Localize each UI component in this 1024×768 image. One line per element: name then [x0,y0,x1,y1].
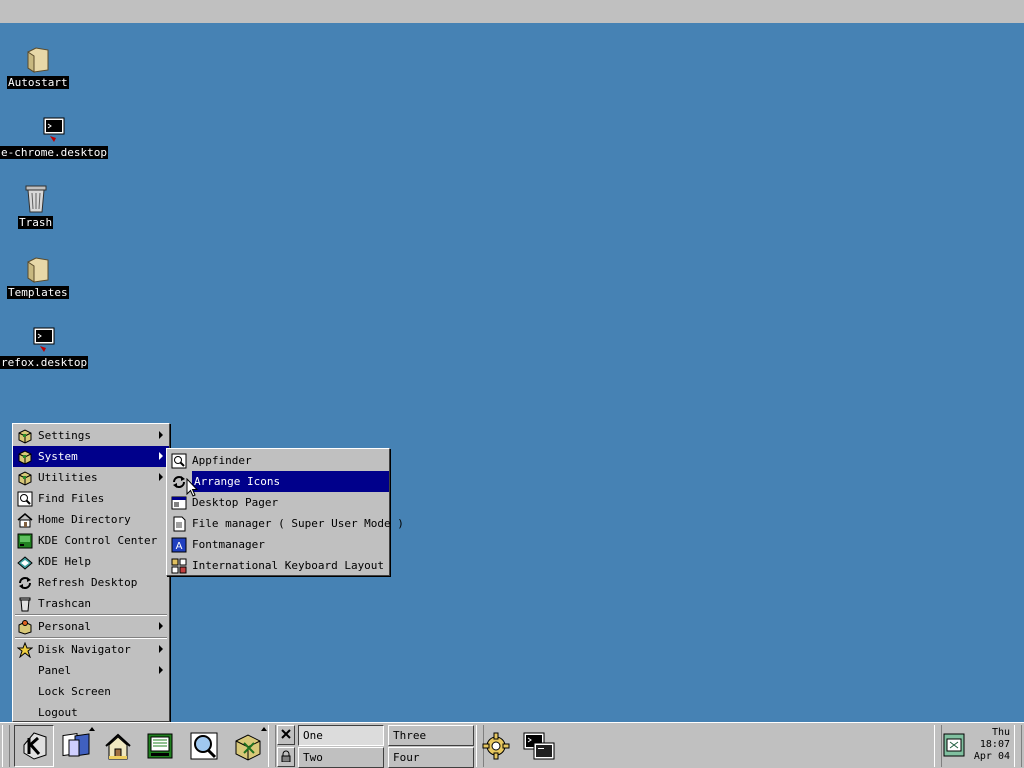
menu-item-home-directory[interactable]: Home Directory [13,509,169,530]
desktop-button-three[interactable]: Three [388,725,474,746]
menu-item-file-manager-su[interactable]: File manager ( Super User Mode ) [167,513,404,534]
menu-item-trashcan[interactable]: Trashcan [13,593,169,614]
desktop-icon-label: e-chrome.desktop [0,146,108,159]
packages-button[interactable] [230,729,266,765]
panel-handle[interactable] [934,725,942,767]
k-menu: Settings System Utilities Find Files Hom… [12,423,170,722]
menu-item-appfinder[interactable]: Appfinder [167,450,389,471]
gear-icon [480,730,512,765]
folder-icon [23,252,53,284]
clock[interactable]: Thu 18:07 Apr 04 [974,727,1010,763]
menu-item-personal[interactable]: Personal [13,616,169,637]
desktop-icon-label: Autostart [7,76,69,89]
menu-item-logout[interactable]: Logout [13,702,169,723]
desktop-icon-trash[interactable]: Trash [18,182,54,229]
desktop-icon-label: refox.desktop [0,356,89,369]
desktop-icon-chrome-desktop[interactable]: e-chrome.desktop [0,112,108,159]
menu-item-kde-control-center[interactable]: KDE Control Center [13,530,169,551]
close-icon [281,728,291,742]
windows-icon [60,730,92,765]
menu-item-fontmanager[interactable]: A Fontmanager [167,534,389,555]
menu-item-arrange-icons[interactable]: Arrange Icons [167,471,389,492]
font-icon: A [171,537,187,553]
trash-icon [17,596,33,612]
menu-item-utilities[interactable]: Utilities [13,467,169,488]
menu-item-panel[interactable]: Panel [13,660,169,681]
terminal-button[interactable] [520,729,558,765]
package-icon [17,428,33,444]
home-button[interactable] [100,729,136,765]
disk-navigator-icon [17,641,33,658]
menu-item-international-keyboard[interactable]: International Keyboard Layout [167,555,389,576]
arrange-icon [171,474,187,490]
panel-handle[interactable] [268,725,276,767]
panel-handle[interactable] [1014,725,1022,767]
k-menu-button[interactable] [14,725,54,767]
lock-screen-button[interactable] [277,747,295,767]
keyboard-icon [171,558,187,574]
menu-item-refresh-desktop[interactable]: Refresh Desktop [13,572,169,593]
desktop-icon-templates[interactable]: Templates [7,252,69,299]
clock-day: Thu [991,727,1010,738]
chevron-right-icon [159,622,163,630]
chevron-right-icon [159,645,163,653]
terminal-link-icon [29,322,59,354]
settings-button[interactable] [478,729,514,765]
refresh-icon [17,575,33,591]
menu-item-find-files[interactable]: Find Files [13,488,169,509]
clock-date: Apr 04 [973,751,1010,762]
clock-time: 18:07 [979,739,1010,750]
desktop-button-one[interactable]: One [298,725,384,746]
desktop-button-two[interactable]: Two [298,747,384,768]
menu-item-disk-navigator[interactable]: Disk Navigator [13,639,169,660]
mouse-cursor-icon [186,477,199,501]
help-icon [17,554,33,570]
home-icon [17,512,33,528]
pager-icon [171,495,187,511]
menu-item-settings[interactable]: Settings [13,425,169,446]
find-files-button[interactable] [186,729,222,765]
kde-logo-icon [18,729,50,764]
folder-icon [23,42,53,74]
terminal-icon [522,730,556,765]
terminal-link-icon [39,112,69,144]
package-icon [17,449,33,465]
find-icon [17,491,33,507]
desktop-icon-firefox-desktop[interactable]: refox.desktop [0,322,89,369]
desktop-button-four[interactable]: Four [388,747,474,768]
close-desktop-button[interactable] [277,725,295,745]
chevron-right-icon [159,431,163,439]
menu-item-desktop-pager[interactable]: Desktop Pager [167,492,389,513]
trash-icon [21,182,51,214]
personal-icon [17,619,33,635]
desktop-icon-label: Trash [18,216,54,229]
file-manager-icon [171,516,187,532]
taskbar: One Two Three Four Thu 18:07 Apr 04 [0,722,1024,768]
control-center-button[interactable] [142,729,178,765]
chevron-right-icon [159,666,163,674]
svg-text:A: A [176,541,183,552]
menu-item-system[interactable]: System [13,446,169,467]
system-submenu: Appfinder Arrange Icons Desktop Pager Fi… [166,448,404,576]
chevron-up-icon [261,727,267,731]
lock-icon [280,750,292,765]
keyboard-layout-tray[interactable] [942,733,966,759]
appfinder-icon [171,453,187,469]
chevron-right-icon [159,452,163,460]
panel-handle[interactable] [2,725,10,767]
home-icon [102,730,134,765]
top-panel-strip [0,0,1024,23]
menu-item-lock-screen[interactable]: Lock Screen [13,681,169,702]
keyboard-icon [943,733,965,760]
package-icon [232,730,264,765]
control-center-icon [144,730,176,765]
package-icon [17,470,33,486]
find-icon [188,730,220,765]
menu-item-kde-help[interactable]: KDE Help [13,551,169,572]
desktop-icon-autostart[interactable]: Autostart [7,42,69,89]
window-list-button[interactable] [58,729,94,765]
chevron-right-icon [159,473,163,481]
control-center-icon [17,533,33,549]
desktop-icon-label: Templates [7,286,69,299]
